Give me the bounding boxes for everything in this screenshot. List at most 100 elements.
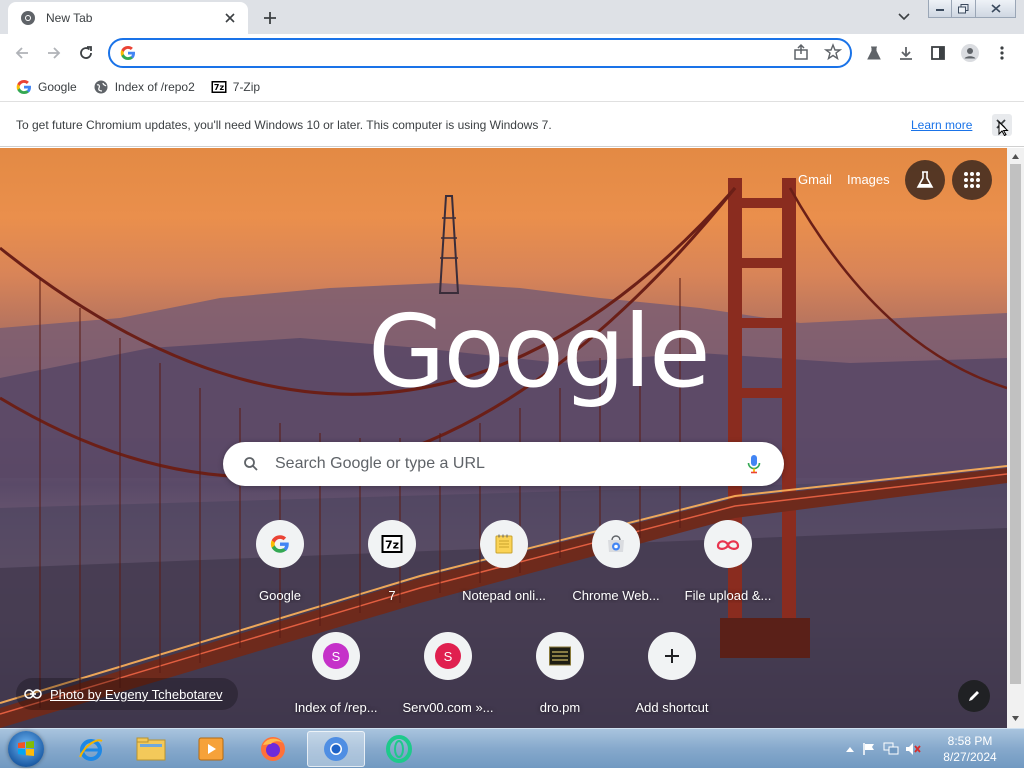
- microphone-icon[interactable]: [747, 454, 761, 479]
- google-logo: Google: [368, 293, 711, 410]
- apps-grid-icon: [964, 172, 980, 188]
- bookmark-label: Index of /repo2: [114, 79, 195, 94]
- minimize-button[interactable]: [928, 0, 952, 18]
- shortcut-label: 7: [388, 588, 396, 603]
- windows-taskbar: 8:58 PM 8/27/2024: [0, 728, 1024, 768]
- reload-button[interactable]: [72, 39, 100, 67]
- media-player-icon: [198, 737, 224, 761]
- clock-date: 8/27/2024: [943, 750, 997, 764]
- learn-more-link[interactable]: Learn more: [911, 118, 972, 132]
- chromium-taskbar-button[interactable]: [307, 731, 365, 767]
- shortcut-label: File upload &...: [684, 588, 772, 603]
- bookmark-7zip[interactable]: 7z 7-Zip: [211, 79, 260, 95]
- bookmark-label: Google: [38, 79, 77, 94]
- start-button[interactable]: [8, 731, 44, 767]
- address-input[interactable]: [144, 43, 764, 63]
- explorer-taskbar-button[interactable]: [122, 731, 180, 767]
- add-shortcut-button[interactable]: Add shortcut: [616, 632, 728, 728]
- restore-button[interactable]: [952, 0, 976, 18]
- google-g-icon: [256, 520, 304, 568]
- letter-avatar: S: [323, 643, 349, 669]
- opera-gx-icon: [386, 735, 412, 763]
- shortcut-label: Index of /rep...: [294, 700, 378, 715]
- shortcut-tile[interactable]: Notepad onli...: [448, 520, 560, 620]
- volume-muted-icon[interactable]: [902, 742, 924, 756]
- system-tray: [842, 729, 924, 769]
- shortcut-tile[interactable]: S Index of /rep...: [280, 632, 392, 728]
- action-center-flag-icon[interactable]: [858, 742, 880, 756]
- file-upload-icon: [704, 520, 752, 568]
- network-icon[interactable]: [880, 742, 902, 756]
- labs-flask-icon[interactable]: [860, 39, 888, 67]
- shortcut-label: Add shortcut: [635, 700, 709, 715]
- shortcut-tile[interactable]: Google: [224, 520, 336, 620]
- shortcut-label: Chrome Web...: [572, 588, 660, 603]
- letter-avatar: S: [435, 643, 461, 669]
- window-close-button[interactable]: [976, 0, 1016, 18]
- share-icon[interactable]: [792, 43, 810, 66]
- search-icon: [243, 456, 259, 477]
- side-panel-icon[interactable]: [924, 39, 952, 67]
- letter-s-icon: S: [312, 632, 360, 680]
- internet-explorer-icon: [79, 739, 103, 761]
- tab-new-tab[interactable]: New Tab: [8, 2, 248, 34]
- back-button[interactable]: [8, 39, 36, 67]
- bookmark-index-of-repo2[interactable]: Index of /repo2: [93, 79, 195, 95]
- apps-grid-button[interactable]: [952, 160, 992, 200]
- gmail-link[interactable]: Gmail: [798, 172, 832, 187]
- update-infobar: To get future Chromium updates, you'll n…: [0, 103, 1024, 147]
- close-infobar-icon[interactable]: [992, 114, 1012, 141]
- svg-text:7z: 7z: [214, 83, 225, 92]
- scroll-down-arrow-icon: [1012, 716, 1019, 721]
- globe-icon: [93, 79, 109, 95]
- shortcut-tile[interactable]: 7z 7: [336, 520, 448, 620]
- shortcut-label: Google: [259, 588, 301, 603]
- page-scrollbar[interactable]: [1007, 148, 1024, 728]
- images-link[interactable]: Images: [847, 172, 890, 187]
- link-icon: [24, 687, 42, 702]
- media-player-taskbar-button[interactable]: [182, 731, 240, 767]
- shortcut-tile[interactable]: S Serv00.com »...: [392, 632, 504, 728]
- close-tab-icon[interactable]: [222, 10, 238, 26]
- shortcut-label: Notepad onli...: [462, 588, 546, 603]
- firefox-taskbar-button[interactable]: [244, 731, 302, 767]
- folder-icon: [136, 737, 166, 761]
- new-tab-button[interactable]: [258, 7, 282, 29]
- more-menu-icon[interactable]: [988, 39, 1016, 67]
- shortcut-tile[interactable]: dro.pm: [504, 632, 616, 728]
- customize-button[interactable]: [958, 680, 990, 712]
- profile-avatar-icon[interactable]: [956, 39, 984, 67]
- bookmark-label: 7-Zip: [232, 79, 261, 94]
- windows-logo-icon: [18, 741, 34, 756]
- infobar-message: To get future Chromium updates, you'll n…: [16, 118, 552, 132]
- show-hidden-icons-icon[interactable]: [842, 746, 858, 752]
- 7zip-icon: 7z: [368, 520, 416, 568]
- search-box[interactable]: [223, 442, 784, 486]
- bookmark-star-icon[interactable]: [823, 43, 843, 66]
- opera-taskbar-button[interactable]: [370, 731, 428, 767]
- shortcut-label: dro.pm: [539, 700, 581, 715]
- address-bar[interactable]: [108, 38, 852, 68]
- labs-button[interactable]: [905, 160, 945, 200]
- flask-icon: [916, 171, 934, 188]
- 7zip-icon: 7z: [211, 79, 227, 95]
- forward-button[interactable]: [40, 39, 68, 67]
- taskbar-clock[interactable]: 8:58 PM 8/27/2024: [930, 733, 1010, 765]
- tab-search-icon[interactable]: [894, 8, 914, 26]
- bookmark-google[interactable]: Google: [16, 79, 77, 95]
- internet-explorer-taskbar-button[interactable]: [62, 731, 120, 767]
- bookmarks-bar: Google Index of /repo2 7z 7-Zip: [0, 72, 1024, 102]
- scrollbar-thumb[interactable]: [1010, 164, 1021, 684]
- firefox-icon: [261, 737, 285, 761]
- notepad-icon: [480, 520, 528, 568]
- search-input[interactable]: [273, 454, 733, 474]
- letter-s-icon: S: [424, 632, 472, 680]
- photo-attribution[interactable]: Photo by Evgeny Tchebotarev: [16, 678, 238, 710]
- download-icon[interactable]: [892, 39, 920, 67]
- shortcut-tile[interactable]: Chrome Web...: [560, 520, 672, 620]
- scroll-up-arrow-icon: [1012, 154, 1019, 159]
- google-g-icon: [120, 45, 136, 66]
- shortcut-tile[interactable]: File upload &...: [672, 520, 784, 620]
- tab-strip: New Tab: [0, 0, 1024, 34]
- google-g-icon: [16, 79, 32, 95]
